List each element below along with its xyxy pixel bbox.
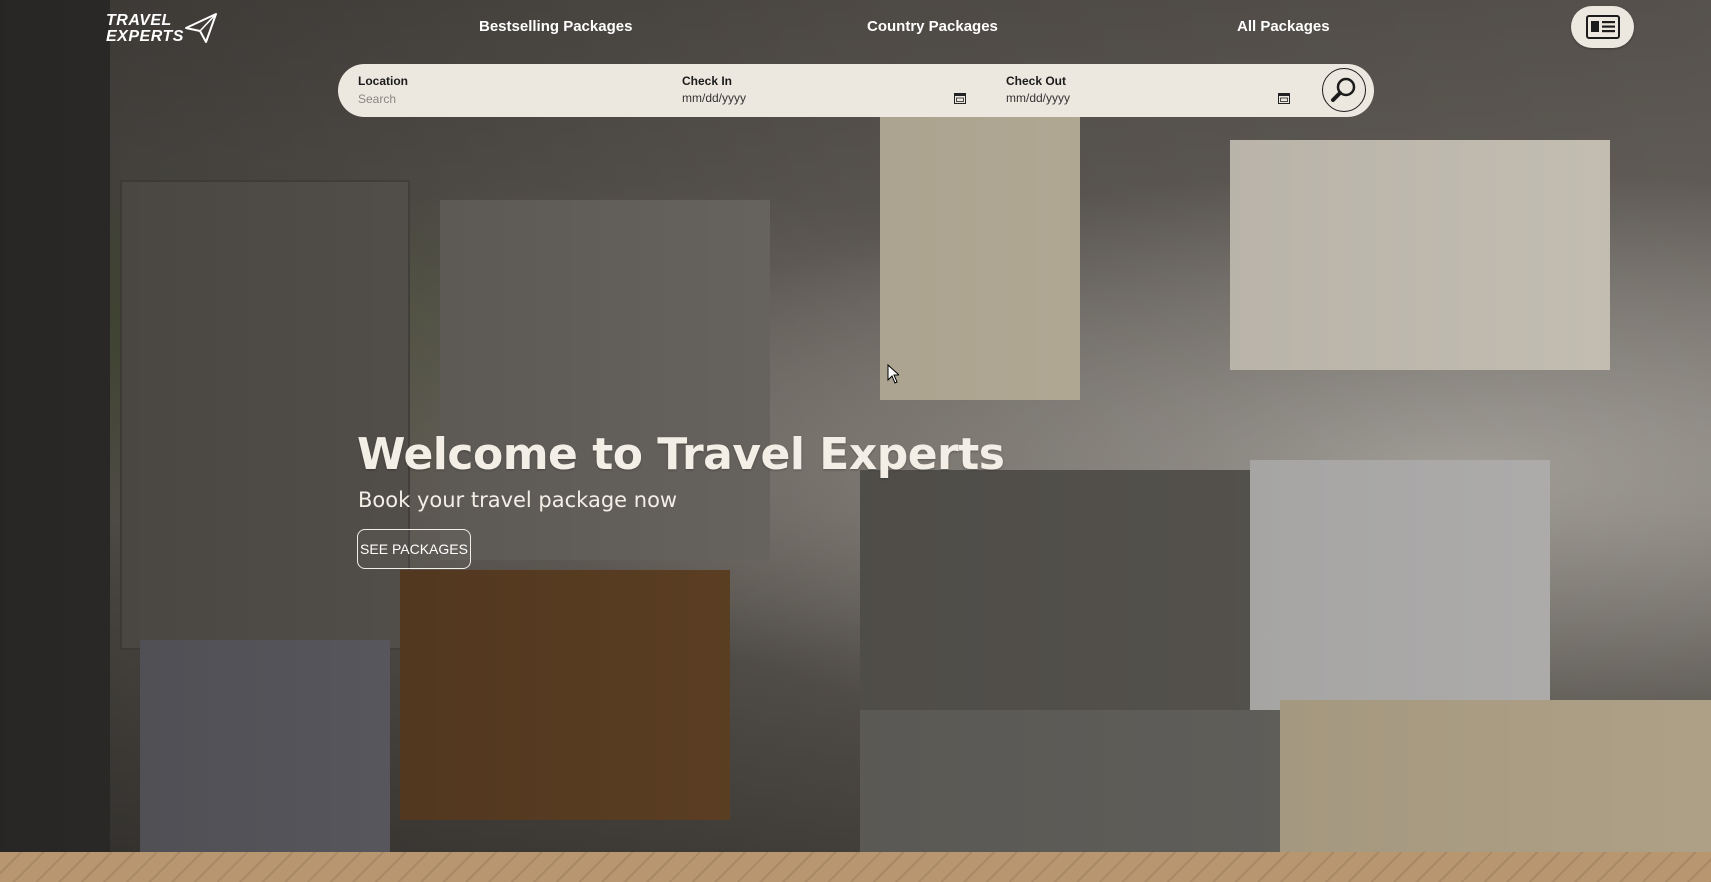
hero-background	[0, 0, 1711, 852]
checkout-field: Check Out mm/dd/yyyy	[1006, 74, 1296, 105]
footer-band	[0, 852, 1711, 882]
mouse-cursor-icon	[887, 364, 899, 384]
location-field: Location	[358, 74, 658, 108]
magnifier-icon	[1331, 77, 1356, 102]
nav-country-packages[interactable]: Country Packages	[867, 18, 998, 35]
see-packages-button[interactable]: SEE PACKAGES	[357, 529, 471, 569]
checkin-date-value: mm/dd/yyyy	[682, 91, 747, 105]
calendar-icon[interactable]	[1278, 92, 1290, 104]
calendar-icon[interactable]	[954, 92, 966, 104]
profile-button[interactable]	[1571, 6, 1634, 48]
search-bar: Location Check In mm/dd/yyyy Check Out m…	[338, 64, 1374, 117]
hero-subtitle: Book your travel package now	[358, 488, 678, 512]
location-label: Location	[358, 74, 408, 88]
checkin-field: Check In mm/dd/yyyy	[682, 74, 972, 105]
checkin-date-input[interactable]: mm/dd/yyyy	[682, 91, 966, 105]
nav-bestselling-packages[interactable]: Bestselling Packages	[479, 18, 632, 35]
hero-title: Welcome to Travel Experts	[357, 429, 1005, 480]
logo-text: TRAVEL EXPERTS	[106, 13, 184, 45]
search-button[interactable]	[1322, 68, 1366, 112]
location-input[interactable]	[358, 91, 648, 107]
id-card-icon	[1585, 15, 1620, 39]
hero-overlay	[0, 0, 1711, 852]
nav-all-packages[interactable]: All Packages	[1237, 18, 1330, 35]
checkin-label: Check In	[682, 74, 733, 88]
checkout-label: Check Out	[1006, 74, 1067, 88]
paper-plane-icon	[185, 13, 217, 43]
checkout-date-input[interactable]: mm/dd/yyyy	[1006, 91, 1290, 105]
logo-line-1: TRAVEL	[106, 12, 172, 29]
site-logo[interactable]: TRAVEL EXPERTS	[106, 12, 218, 46]
checkout-date-value: mm/dd/yyyy	[1006, 91, 1071, 105]
logo-line-2: EXPERTS	[106, 28, 184, 45]
